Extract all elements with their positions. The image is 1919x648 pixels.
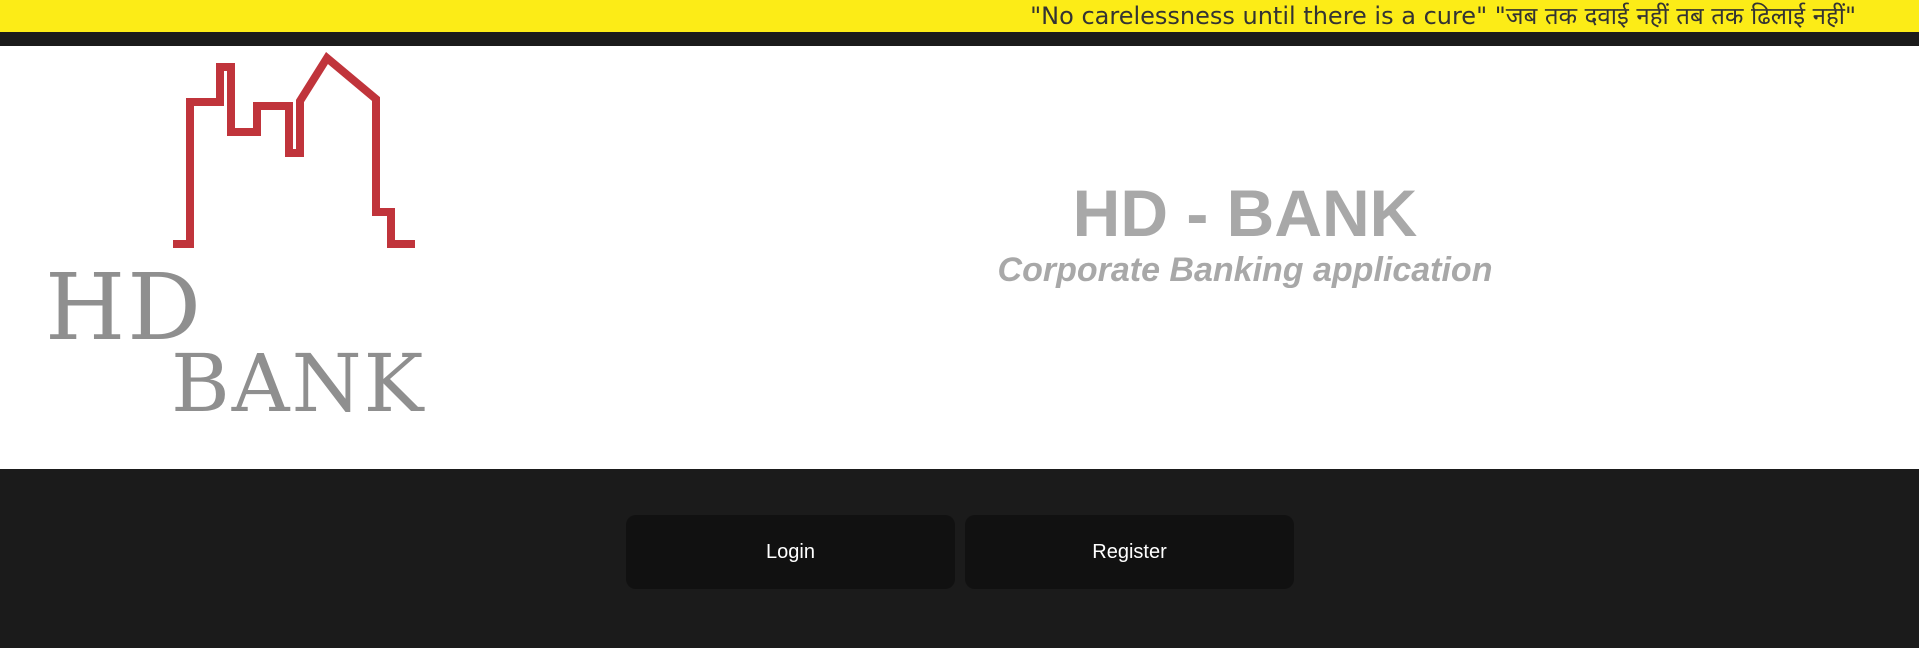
login-button[interactable]: Login — [626, 515, 955, 589]
page-subtitle: Corporate Banking application — [997, 251, 1493, 289]
announcement-ticker: "No carelessness until there is a cure" … — [0, 0, 1919, 32]
bank-logo: HD BANK — [45, 52, 426, 430]
top-divider — [0, 32, 1919, 46]
page-header: HD BANK HD - BANK Corporate Banking appl… — [0, 46, 1919, 469]
brand-heading: HD - BANK Corporate Banking application — [830, 176, 1660, 290]
logo-word-bank: BANK — [171, 337, 426, 430]
register-button[interactable]: Register — [965, 515, 1294, 589]
city-skyline-icon — [173, 52, 415, 248]
auth-actions: Login Register — [626, 515, 1294, 589]
ticker-message: "No carelessness until there is a cure" … — [1030, 2, 1856, 30]
page-title: HD - BANK — [1072, 176, 1418, 250]
